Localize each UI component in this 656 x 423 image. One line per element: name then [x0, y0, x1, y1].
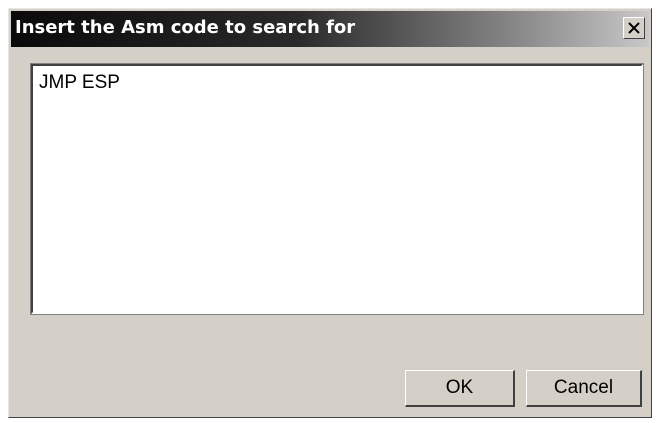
asm-code-input[interactable]: JMP ESP: [30, 63, 644, 315]
ok-button[interactable]: OK: [405, 370, 515, 407]
title-bar[interactable]: Insert the Asm code to search for: [11, 11, 649, 47]
cancel-button[interactable]: Cancel: [526, 370, 642, 407]
dialog-title: Insert the Asm code to search for: [15, 17, 356, 38]
close-icon: [628, 22, 640, 34]
asm-code-text: JMP ESP: [39, 72, 120, 93]
close-button[interactable]: [623, 17, 645, 39]
asm-search-dialog: Insert the Asm code to search for JMP ES…: [8, 8, 652, 418]
